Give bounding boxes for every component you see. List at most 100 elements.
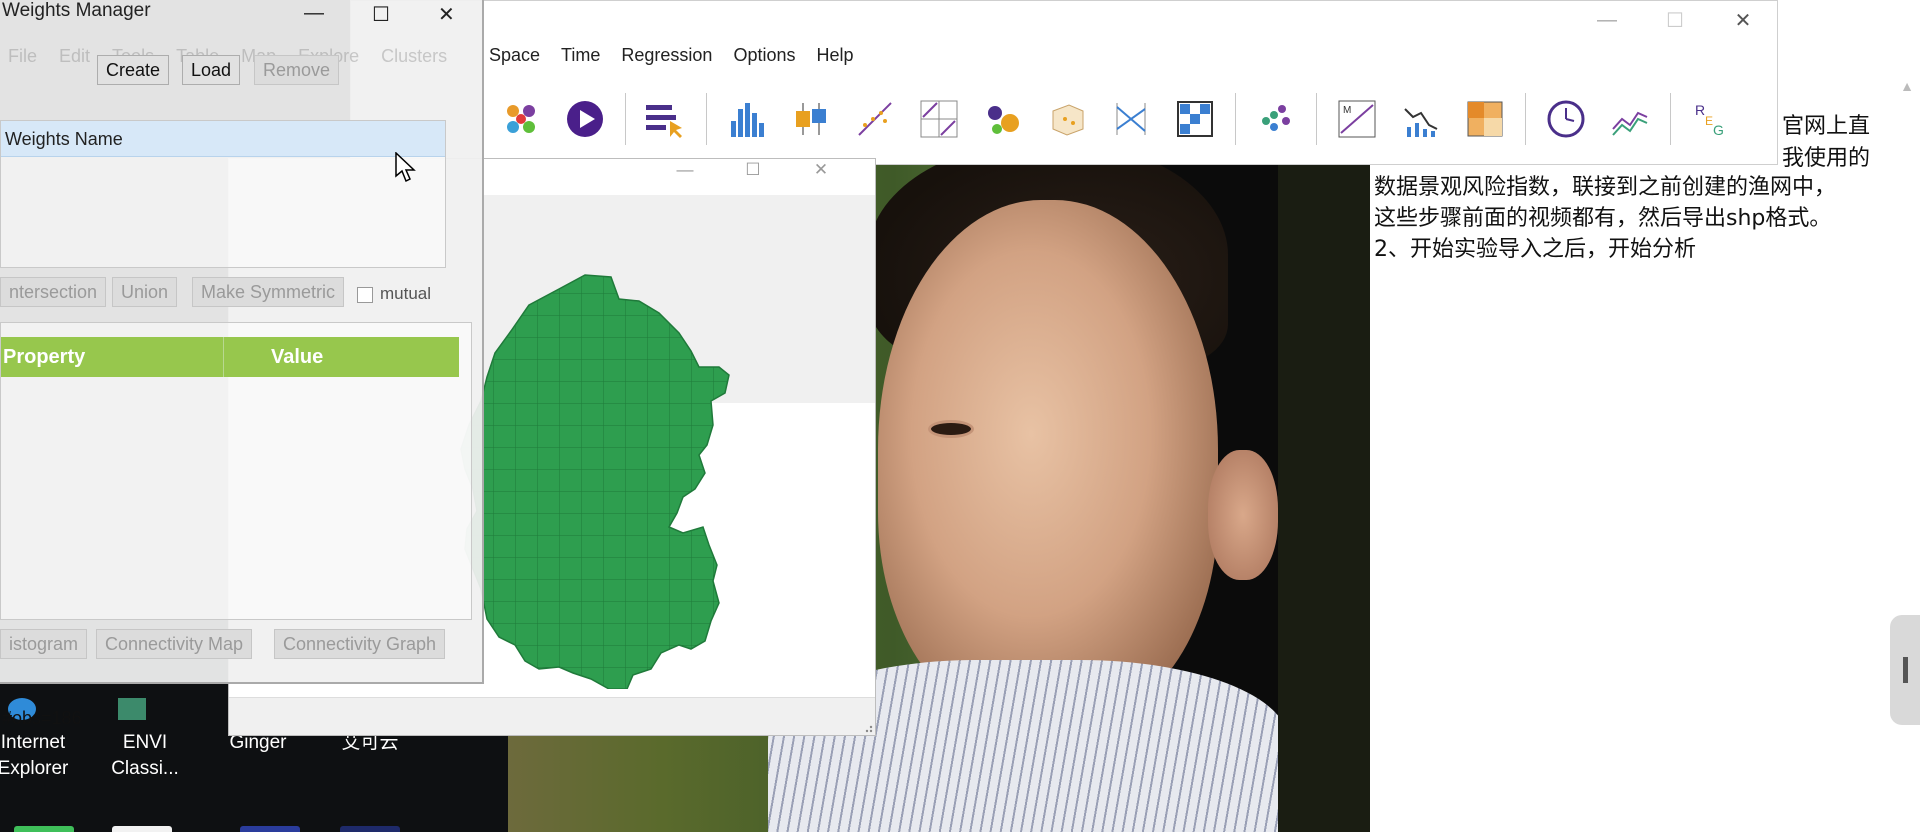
- remove-button[interactable]: Remove: [254, 55, 340, 85]
- note-line: 2、开始实验导入之后，开始分析: [1374, 237, 1696, 262]
- menu-regression[interactable]: Regression: [621, 45, 712, 73]
- cube-icon: [1052, 104, 1084, 136]
- resize-grip-icon[interactable]: [861, 721, 873, 733]
- scatter-icon: [858, 102, 892, 136]
- main-toolbar: M REG: [497, 89, 1751, 149]
- play-icon: [567, 101, 603, 137]
- correlogram-icon: [1404, 108, 1438, 137]
- desktop-icon-envi[interactable]: ENVI Classi...: [100, 698, 190, 782]
- create-button[interactable]: Create: [97, 55, 170, 85]
- histogram-button[interactable]: [723, 95, 771, 143]
- average-chart-button[interactable]: [1606, 95, 1654, 143]
- cluster-button[interactable]: [1252, 95, 1300, 143]
- svg-text:M: M: [1343, 105, 1351, 116]
- note-fragment: 官网上直: [1782, 114, 1871, 139]
- regression-button[interactable]: REG: [1687, 95, 1735, 143]
- moran-scatter-button[interactable]: M: [1333, 95, 1381, 143]
- note-line: 这些步骤前面的视频都有，然后导出shp格式。: [1374, 206, 1832, 231]
- menu-help[interactable]: Help: [816, 45, 853, 73]
- photo-face: [878, 200, 1218, 720]
- minimize-button[interactable]: —: [651, 159, 719, 181]
- scatter-plot-button[interactable]: [851, 95, 899, 143]
- weights-name-header: Weights Name: [1, 121, 445, 157]
- mutual-label: mutual: [380, 284, 432, 303]
- minimize-button[interactable]: —: [304, 2, 324, 25]
- scatter-matrix-button[interactable]: [915, 95, 963, 143]
- make-symmetric-button[interactable]: Make Symmetric: [192, 277, 345, 307]
- desktop-icon-internet-explorer[interactable]: Internet Explorer: [0, 698, 78, 782]
- scroll-up-icon[interactable]: ▲: [1900, 78, 1914, 94]
- property-table-header: Property Value: [1, 337, 459, 377]
- desktop-icon-label: ENVI Classi...: [111, 732, 179, 779]
- note-line: 数据景观风险指数，联接到之前创建的渔网中，: [1374, 175, 1837, 200]
- conditional-plot-button[interactable]: [1171, 95, 1219, 143]
- histogram-button[interactable]: istogram: [0, 629, 88, 659]
- line-chart-icon: [1612, 111, 1648, 136]
- menu-space[interactable]: Space: [489, 45, 540, 73]
- taskbar-item[interactable]: [112, 826, 172, 832]
- scrollbar-handle[interactable]: [1890, 615, 1920, 725]
- cluster-icon: [507, 105, 535, 133]
- photo-eye: [928, 420, 974, 438]
- note-text: 数据景观风险指数，联接到之前创建的渔网中， 这些步骤前面的视频都有，然后导出sh…: [1374, 172, 1884, 265]
- parallel-coords-icon: [1116, 103, 1146, 135]
- desktop-icon-label: Internet Explorer: [0, 732, 69, 779]
- ghost-menu-item: File: [8, 46, 38, 66]
- toolbar-separator: [625, 93, 626, 145]
- intersection-button[interactable]: ntersection: [0, 277, 107, 307]
- property-column-header: Property: [3, 346, 86, 368]
- property-table: Property Value: [0, 322, 472, 620]
- bubble-icon: [988, 106, 1019, 134]
- toolbar-separator: [1316, 93, 1317, 145]
- connectivity-graph-button[interactable]: Connectivity Graph: [274, 629, 446, 659]
- mouse-cursor-icon: [395, 152, 416, 183]
- maximize-button[interactable]: ☐: [719, 159, 787, 181]
- window-title: Weights Manager: [2, 0, 151, 21]
- close-button[interactable]: ✕: [438, 2, 455, 27]
- scatter-matrix-icon: [920, 100, 958, 138]
- correlogram-button[interactable]: [1397, 95, 1445, 143]
- envi-icon: [118, 698, 146, 720]
- geoda-window-buttons: — ☐ ✕: [1573, 5, 1777, 35]
- bubble-chart-button[interactable]: [979, 95, 1027, 143]
- maximize-button[interactable]: ☐: [372, 2, 390, 27]
- toolbar-separator: [1670, 93, 1671, 145]
- obs-count: #obs=186: [2, 708, 82, 728]
- histogram-icon: [731, 103, 764, 137]
- map-status-bar: [229, 697, 875, 735]
- cartogram-play-button[interactable]: [561, 95, 609, 143]
- taskbar-item[interactable]: [340, 826, 400, 832]
- maximize-button[interactable]: ☐: [1641, 5, 1709, 35]
- ghost-menu-item: Edit: [59, 46, 91, 66]
- toolbar-separator: [1235, 93, 1236, 145]
- fishnet-polygon[interactable]: [460, 274, 730, 689]
- 3d-scatter-button[interactable]: [1043, 95, 1091, 143]
- mutual-checkbox[interactable]: [357, 287, 373, 303]
- spatial-map-button[interactable]: [1461, 95, 1509, 143]
- load-button[interactable]: Load: [182, 55, 241, 85]
- box-plot-button[interactable]: [787, 95, 835, 143]
- close-button[interactable]: ✕: [1709, 5, 1777, 35]
- photo-ear: [1208, 450, 1278, 580]
- svg-text:R: R: [1695, 102, 1705, 118]
- time-editor-button[interactable]: [1542, 95, 1590, 143]
- toolbar-separator: [706, 93, 707, 145]
- list-select-icon: [646, 105, 682, 138]
- cluster-maps-button[interactable]: [497, 95, 545, 143]
- taskbar-item[interactable]: [240, 826, 300, 832]
- toolbar-separator: [1525, 93, 1526, 145]
- map-window-buttons: — ☐ ✕: [651, 159, 855, 181]
- note-fragment: 我使用的: [1782, 146, 1871, 171]
- menu-options[interactable]: Options: [733, 45, 795, 73]
- close-button[interactable]: ✕: [787, 159, 855, 181]
- parallel-coordinates-button[interactable]: [1107, 95, 1155, 143]
- geoda-main-window: — ☐ ✕ Space Time Regression Options Help: [350, 0, 1778, 165]
- weights-list[interactable]: Weights Name: [0, 120, 446, 268]
- menu-time[interactable]: Time: [561, 45, 600, 73]
- taskbar-item[interactable]: [14, 826, 74, 832]
- explore-button[interactable]: [642, 95, 690, 143]
- union-button[interactable]: Union: [112, 277, 178, 307]
- minimize-button[interactable]: —: [1573, 5, 1641, 35]
- clock-icon: [1547, 100, 1585, 138]
- connectivity-map-button[interactable]: Connectivity Map: [96, 629, 253, 659]
